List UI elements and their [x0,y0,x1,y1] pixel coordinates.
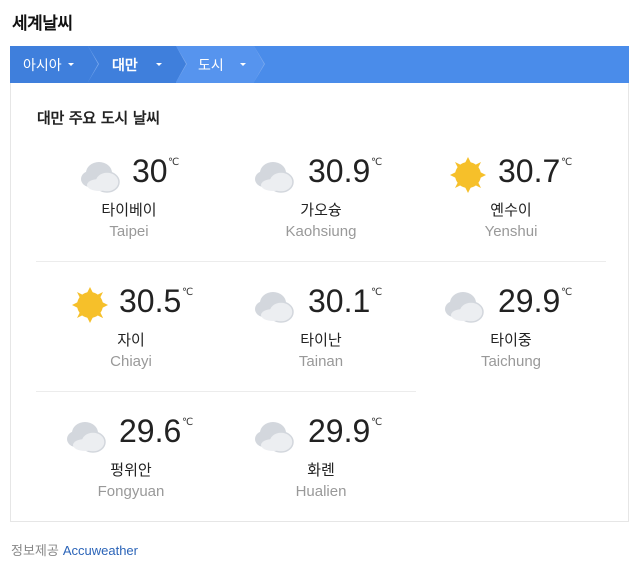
cloudy-icon [254,287,298,323]
separator-arrow [254,46,264,82]
breadcrumb-country-taiwan[interactable]: 대만 [88,46,187,83]
city-weather-item[interactable]: 29.9 ℃ 타이중 Taichung [426,281,616,391]
city-name-korean: 자이 [117,331,145,349]
city-name-korean: 타이중 [490,331,532,349]
caret-down-icon [240,63,246,66]
breadcrumb-city[interactable]: 도시 [176,46,265,83]
row-divider [36,261,606,262]
temperature-unit: ℃ [371,157,383,168]
card-title: 대만 주요 도시 날씨 [37,109,160,127]
source-label: 정보제공 [11,544,59,559]
separator-arrow [88,46,98,82]
sunny-icon [70,285,114,323]
city-name-english: Chiayi [110,353,152,370]
temperature-unit: ℃ [182,417,194,428]
breadcrumb-label: 도시 [198,57,224,74]
city-weather-item[interactable]: 30.7 ℃ 옌수이 Yenshui [426,149,616,259]
breadcrumb-label: 아시아 [23,57,62,74]
temperature-value: 29.9 [498,283,561,319]
city-weather-item[interactable]: 30 ℃ 타이베이 Taipei [62,149,252,259]
sunny-icon [448,155,492,193]
breadcrumb: 아시아 대만 도시 [10,46,629,83]
city-name-korean: 화롄 [307,461,335,479]
temperature-value: 30.5 [119,283,182,319]
city-weather-item[interactable]: 30.9 ℃ 가오슝 Kaohsiung [236,149,426,259]
temperature-value: 30.1 [308,283,371,319]
city-name-korean: 타이난 [300,331,342,349]
breadcrumb-region-asia[interactable]: 아시아 [10,46,99,83]
temperature-unit: ℃ [561,157,573,168]
source-credit: 정보제공 Accuweather [11,540,138,559]
cloudy-icon [80,157,124,193]
temperature-unit: ℃ [561,287,573,298]
temperature-value: 30.9 [308,153,371,189]
cloudy-icon [254,417,298,453]
separator-arrow [176,46,186,82]
temperature-value: 30.7 [498,153,561,189]
row-divider [36,391,416,392]
temperature-unit: ℃ [371,287,383,298]
city-weather-item[interactable]: 29.9 ℃ 화롄 Hualien [236,411,426,521]
temperature-value: 30 [132,153,168,189]
city-name-korean: 타이베이 [101,201,157,219]
caret-down-icon [156,63,162,66]
city-name-english: Taichung [480,353,542,370]
city-name-english: Hualien [295,483,347,500]
caret-down-icon [68,63,74,66]
city-name-korean: 옌수이 [490,201,532,219]
temperature-unit: ℃ [168,157,180,168]
source-link[interactable]: Accuweather [63,543,138,558]
temperature-unit: ℃ [182,287,194,298]
city-weather-item[interactable]: 29.6 ℃ 펑위안 Fongyuan [46,411,236,521]
city-name-english: Fongyuan [97,483,165,500]
city-name-english: Yenshui [484,223,538,240]
cloudy-icon [254,157,298,193]
page-title: 세계날씨 [12,14,73,34]
city-name-english: Kaohsiung [285,223,357,240]
city-weather-item[interactable]: 30.5 ℃ 자이 Chiayi [46,281,236,391]
city-name-korean: 가오슝 [300,201,342,219]
temperature-value: 29.6 [119,413,182,449]
city-weather-item[interactable]: 30.1 ℃ 타이난 Tainan [236,281,426,391]
breadcrumb-label: 대만 [112,57,138,74]
cloudy-icon [66,417,110,453]
city-name-korean: 펑위안 [110,461,152,479]
weather-card: 대만 주요 도시 날씨 30 ℃ 타이베이 Taipei 30.9 ℃ 가오슝 … [10,83,629,522]
cloudy-icon [444,287,488,323]
temperature-unit: ℃ [371,417,383,428]
temperature-value: 29.9 [308,413,371,449]
city-name-english: Tainan [298,353,344,370]
city-name-english: Taipei [109,223,149,240]
